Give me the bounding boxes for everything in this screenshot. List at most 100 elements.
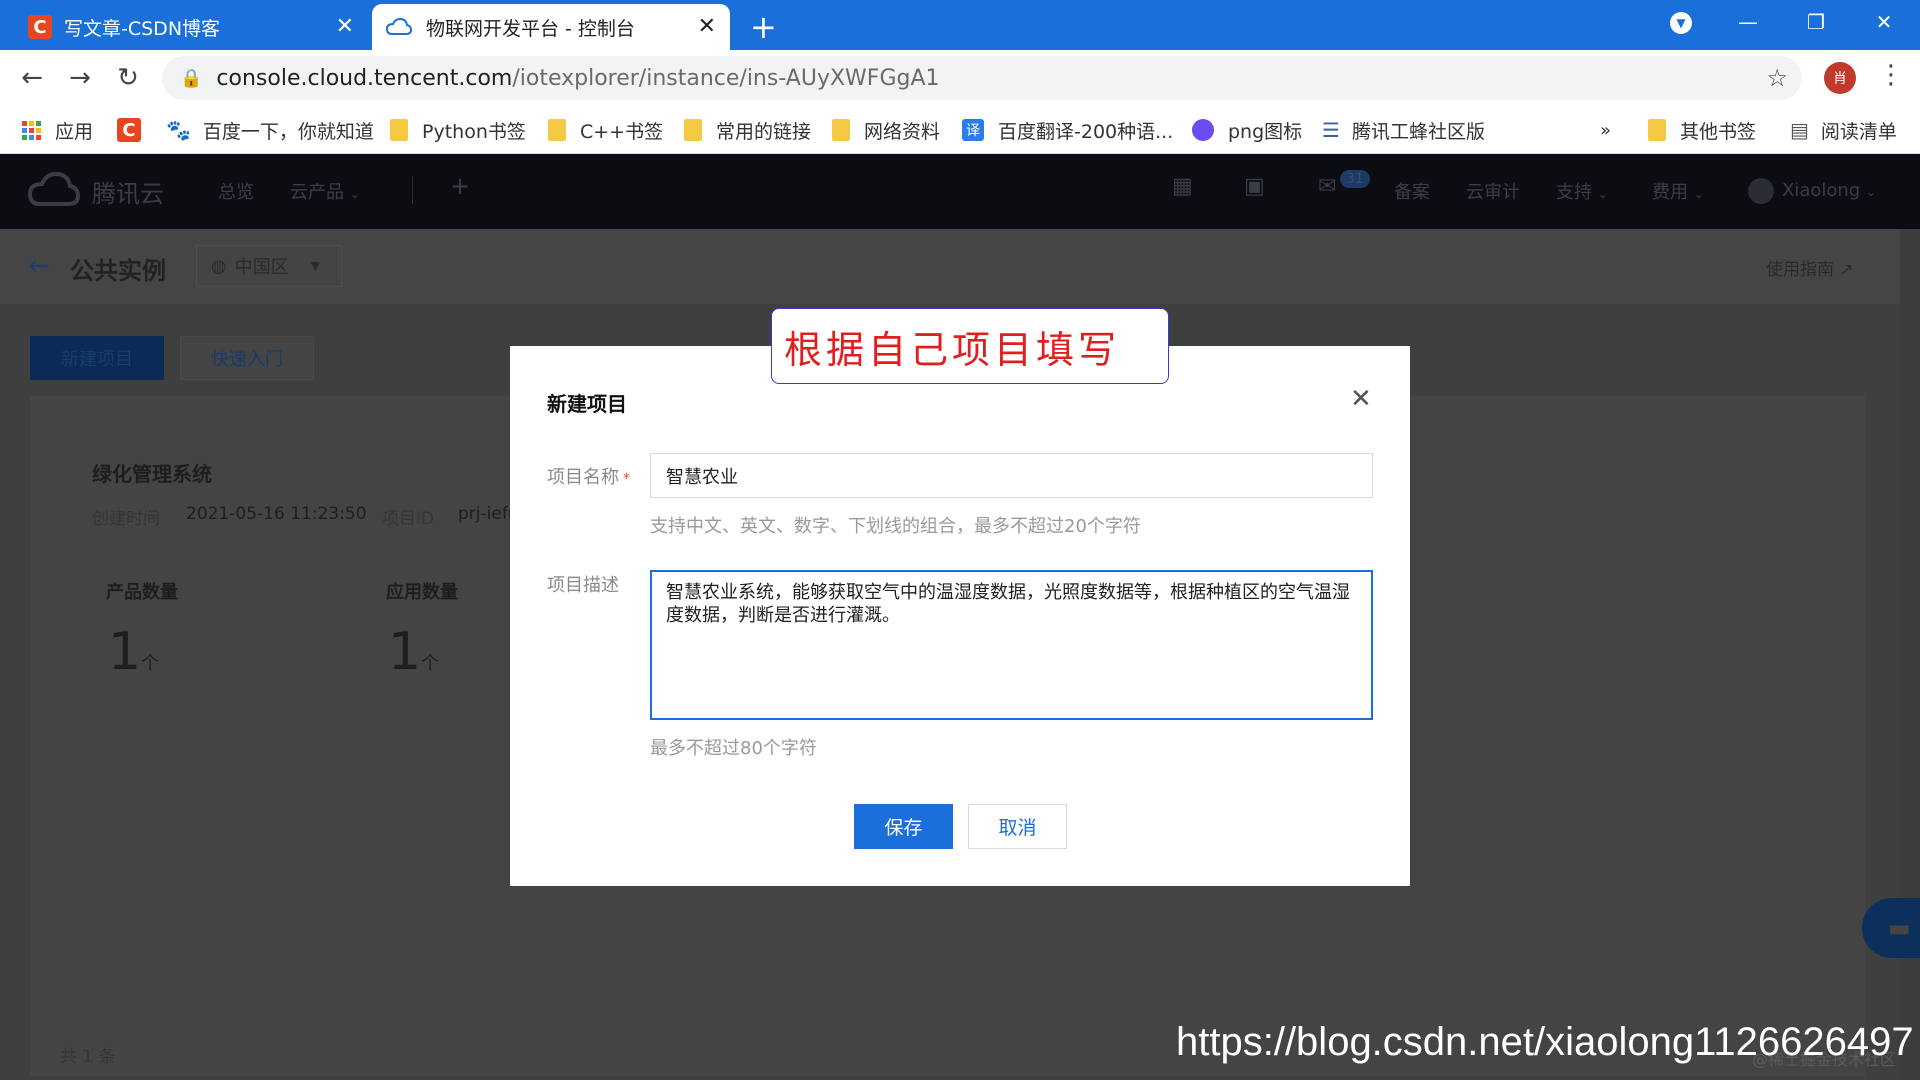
bookmark-cpp[interactable]: C++书签 bbox=[548, 116, 663, 144]
chat-float-icon[interactable]: ▬ bbox=[1862, 898, 1920, 958]
region-label: 中国区 bbox=[234, 257, 289, 278]
guide-label: 使用指南 bbox=[1766, 260, 1834, 280]
tab-iot-console[interactable]: 物联网开发平台 - 控制台 ✕ bbox=[372, 4, 730, 50]
bookmark-python[interactable]: Python书签 bbox=[390, 116, 526, 144]
address-toolbar: ← → ↻ 🔒 console.cloud.tencent.com/iotexp… bbox=[0, 50, 1920, 106]
nav-products[interactable]: 云产品 ⌄ bbox=[290, 178, 360, 204]
bookmark-others[interactable]: 其他书签 bbox=[1648, 116, 1756, 144]
user-name: Xiaolong bbox=[1782, 180, 1861, 201]
qrcode-icon[interactable]: ▣ bbox=[1244, 174, 1265, 199]
bookmark-png[interactable]: png图标 bbox=[1192, 116, 1302, 144]
bookmark-label: 网络资料 bbox=[864, 120, 941, 143]
bookmark-label: Python书签 bbox=[422, 120, 526, 143]
tab-search-icon[interactable]: ▼ bbox=[1670, 12, 1692, 34]
project-desc-label: 项目描述 bbox=[547, 575, 619, 596]
csdn-favicon-icon: C bbox=[28, 15, 52, 39]
total-count: 共 1 条 bbox=[60, 1047, 116, 1067]
tab-title: 写文章-CSDN博客 bbox=[64, 17, 221, 40]
back-arrow-icon[interactable]: ← bbox=[28, 251, 50, 281]
nav-audit[interactable]: 云审计 bbox=[1466, 178, 1520, 204]
chevron-down-icon: ⌄ bbox=[1693, 187, 1704, 201]
new-project-button[interactable]: 新建项目 bbox=[30, 336, 164, 380]
reading-list-icon: ▤ bbox=[1790, 118, 1809, 142]
translate-icon: 译 bbox=[962, 119, 984, 141]
add-shortcut-icon[interactable]: + bbox=[450, 172, 470, 200]
product-count-unit: 个 bbox=[141, 653, 160, 674]
apps-grid-icon bbox=[22, 120, 41, 140]
restore-icon[interactable]: ❐ bbox=[1786, 0, 1846, 44]
user-avatar-icon bbox=[1748, 178, 1774, 204]
project-name-label-text: 项目名称 bbox=[547, 467, 619, 488]
cancel-button[interactable]: 取消 bbox=[968, 804, 1067, 849]
nav-divider bbox=[412, 176, 413, 204]
brand-name: 腾讯云 bbox=[92, 180, 164, 208]
tab-csdn[interactable]: C 写文章-CSDN博客 ✕ bbox=[14, 4, 368, 50]
nav-overview[interactable]: 总览 bbox=[218, 178, 254, 204]
apps-grid-icon[interactable]: ▦ bbox=[1172, 174, 1193, 199]
nav-label: 费用 bbox=[1652, 182, 1688, 203]
user-menu[interactable]: Xiaolong ⌄ bbox=[1748, 178, 1876, 204]
caret-down-icon: ▼ bbox=[310, 259, 320, 273]
required-mark: * bbox=[623, 471, 630, 487]
app-count-value: 1 bbox=[388, 622, 422, 682]
blog-url-watermark: https://blog.csdn.net/xiaolong1126626497 bbox=[1176, 1020, 1914, 1064]
folder-icon bbox=[548, 119, 566, 141]
bookmark-csdn[interactable]: C bbox=[117, 116, 141, 144]
bookmark-label: 阅读清单 bbox=[1820, 120, 1897, 143]
app-count-label: 应用数量 bbox=[386, 582, 458, 603]
bookmark-gongfeng[interactable]: ☰ 腾讯工蜂社区版 bbox=[1322, 116, 1485, 144]
project-desc-textarea[interactable]: 智慧农业系统，能够获取空气中的温湿度数据，光照度数据等，根据种植区的空气温湿度数… bbox=[650, 570, 1373, 720]
app-count-unit: 个 bbox=[421, 653, 440, 674]
project-name-input[interactable] bbox=[650, 453, 1373, 498]
bookmark-label: 百度一下，你就知道 bbox=[202, 120, 374, 143]
new-tab-button[interactable]: + bbox=[750, 8, 777, 46]
nav-label: 支持 bbox=[1556, 182, 1592, 203]
bookmark-star-icon[interactable]: ☆ bbox=[1766, 64, 1788, 92]
cloud-favicon-icon bbox=[386, 18, 412, 35]
back-icon[interactable]: ← bbox=[12, 58, 52, 98]
url-bar[interactable]: 🔒 console.cloud.tencent.com/iotexplorer/… bbox=[162, 56, 1802, 100]
chevron-down-icon: ⌄ bbox=[1597, 187, 1608, 201]
nav-support[interactable]: 支持 ⌄ bbox=[1556, 178, 1608, 204]
save-button[interactable]: 保存 bbox=[854, 804, 953, 849]
bookmark-apps[interactable]: 应用 bbox=[22, 116, 93, 144]
reload-icon[interactable]: ↻ bbox=[108, 58, 148, 98]
gongfeng-icon: ☰ bbox=[1322, 118, 1340, 142]
annotation-callout: 根据自己项目填写 bbox=[771, 308, 1169, 384]
minimize-icon[interactable]: — bbox=[1718, 0, 1778, 44]
close-window-icon[interactable]: ✕ bbox=[1854, 0, 1914, 44]
bookmark-baidu[interactable]: 🐾 百度一下，你就知道 bbox=[166, 116, 374, 144]
url-domain: console.cloud.tencent.com bbox=[216, 65, 513, 91]
chevron-down-icon: ⌄ bbox=[1865, 185, 1877, 199]
project-id-label: 项目ID bbox=[382, 509, 435, 529]
close-dialog-icon[interactable]: ✕ bbox=[1350, 384, 1372, 414]
bookmark-web[interactable]: 网络资料 bbox=[832, 116, 940, 144]
dialog-title: 新建项目 bbox=[547, 392, 627, 416]
created-value: 2021-05-16 11:23:50 bbox=[186, 504, 367, 524]
quick-start-button[interactable]: 快速入门 bbox=[180, 336, 314, 380]
mail-icon[interactable]: ✉ bbox=[1318, 174, 1336, 199]
bookmark-links[interactable]: 常用的链接 bbox=[684, 116, 811, 144]
menu-kebab-icon[interactable]: ⋮ bbox=[1878, 60, 1904, 90]
close-tab-icon[interactable]: ✕ bbox=[336, 16, 354, 38]
close-tab-icon[interactable]: ✕ bbox=[698, 16, 716, 38]
profile-avatar[interactable]: 肖 bbox=[1824, 62, 1856, 94]
project-desc-hint: 最多不超过80个字符 bbox=[650, 738, 817, 759]
region-select[interactable]: ◍ 中国区 ▼ bbox=[196, 245, 342, 287]
page-header-bar: ← 公共实例 ◍ 中国区 ▼ 使用指南 ↗ bbox=[0, 229, 1920, 304]
project-name-hint: 支持中文、英文、数字、下划线的组合，最多不超过20个字符 bbox=[650, 516, 1141, 537]
folder-icon bbox=[684, 119, 702, 141]
product-count-label: 产品数量 bbox=[106, 582, 178, 603]
globe-icon: ◍ bbox=[211, 255, 227, 277]
bookmark-translate[interactable]: 译百度翻译-200种语... bbox=[962, 116, 1173, 144]
created-label: 创建时间 bbox=[92, 509, 160, 529]
nav-filing[interactable]: 备案 bbox=[1394, 178, 1430, 204]
lock-icon: 🔒 bbox=[180, 67, 203, 89]
forward-icon[interactable]: → bbox=[60, 58, 100, 98]
nav-billing[interactable]: 费用 ⌄ bbox=[1652, 178, 1704, 204]
bookmarks-more-icon[interactable]: » bbox=[1600, 116, 1611, 144]
folder-icon bbox=[832, 119, 850, 141]
bookmark-reading-list[interactable]: ▤ 阅读清单 bbox=[1790, 116, 1897, 144]
guide-link[interactable]: 使用指南 ↗ bbox=[1766, 255, 1854, 280]
console-top-nav: 腾讯云 总览 云产品 ⌄ + ▦ ▣ ✉ 31 备案 云审计 支持 ⌄ 费用 ⌄… bbox=[0, 154, 1920, 229]
